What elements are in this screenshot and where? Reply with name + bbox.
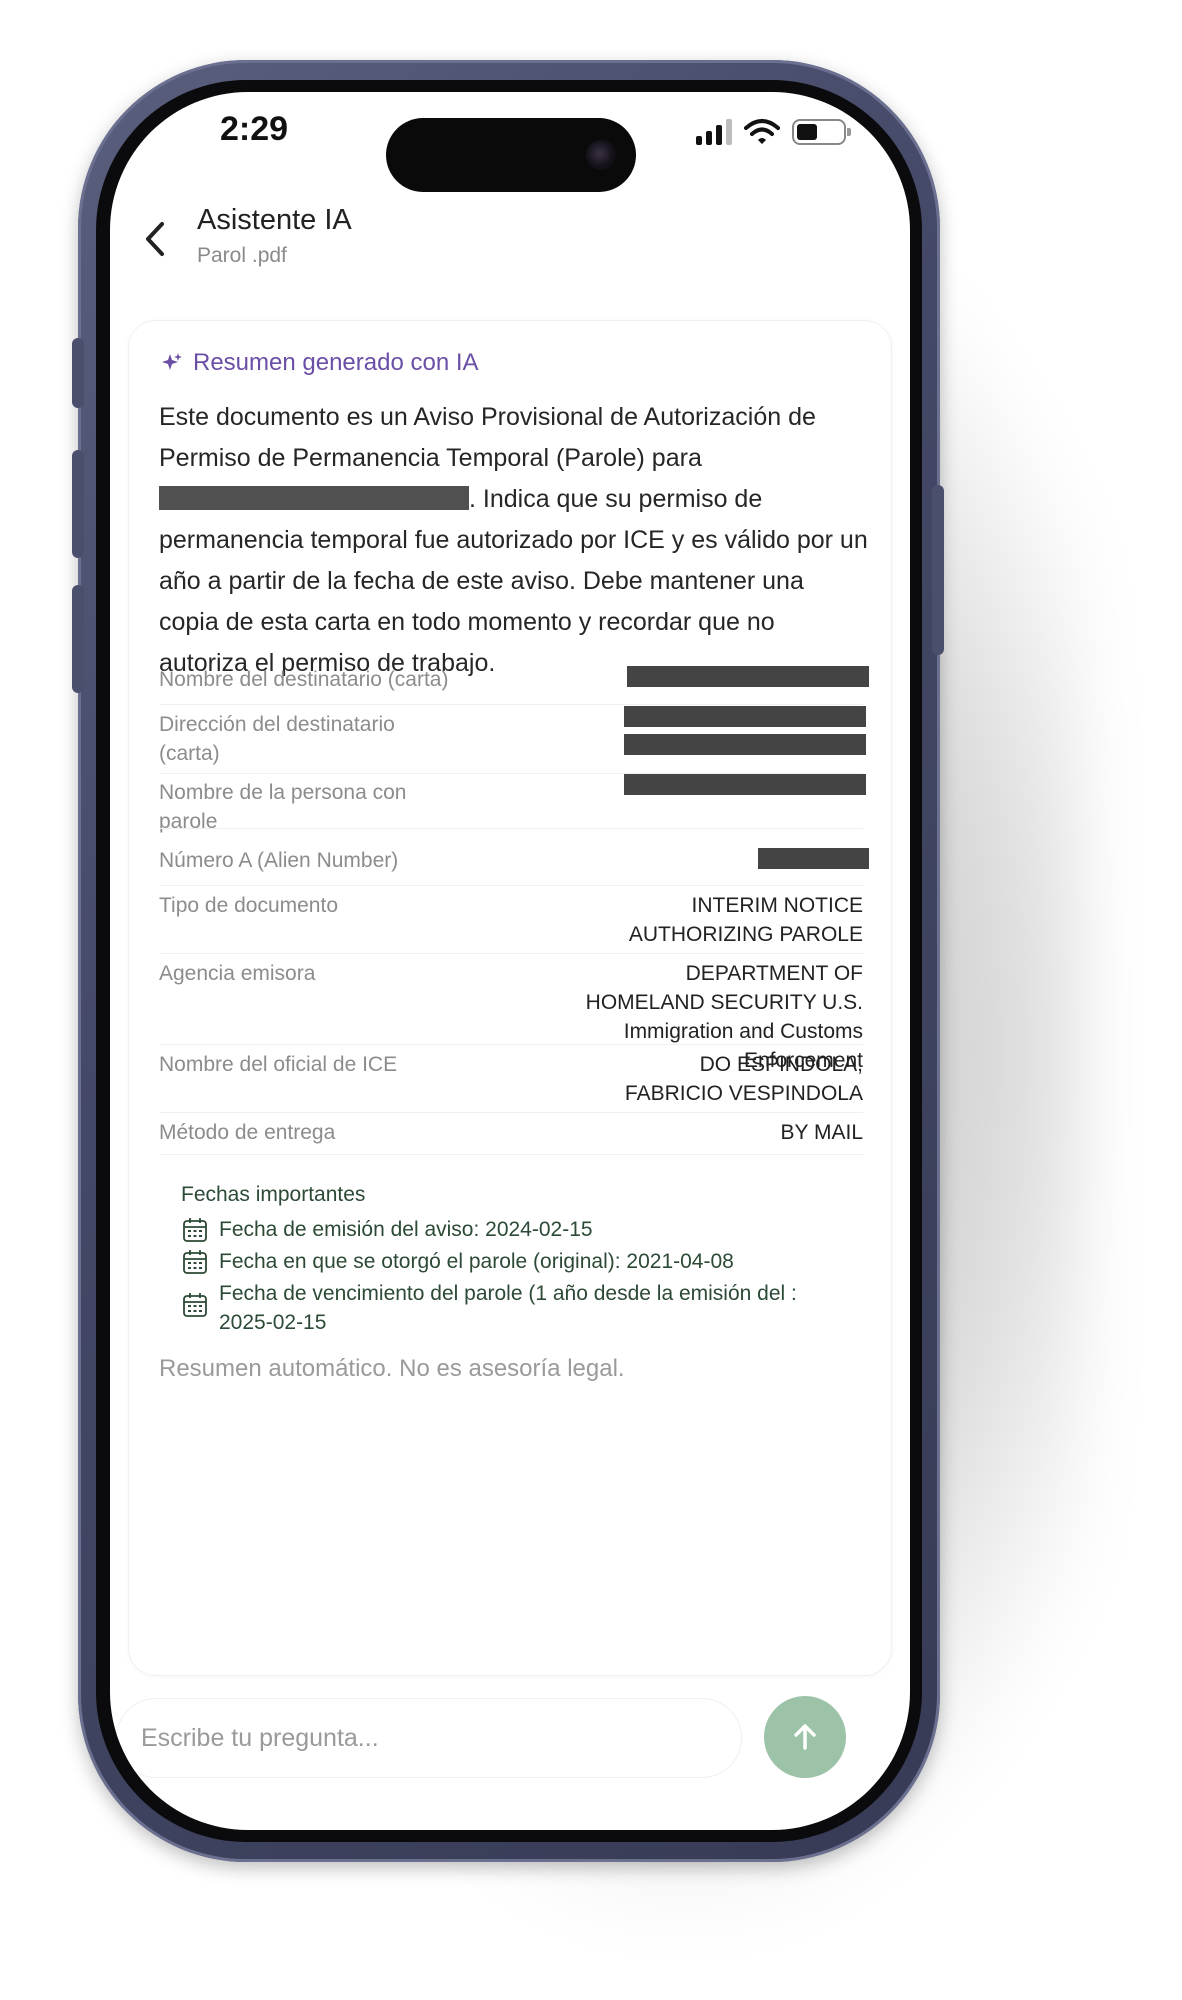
- field-label: Nombre del destinatario (carta): [159, 668, 449, 691]
- divider: [159, 704, 863, 705]
- date-item: Fecha en que se otorgó el parole (origin…: [181, 1247, 821, 1276]
- legal-disclaimer: Resumen automático. No es asesoría legal…: [159, 1355, 625, 1382]
- divider: [159, 828, 863, 829]
- question-input[interactable]: [141, 1699, 721, 1777]
- wifi-icon: [744, 119, 780, 144]
- date-item-text: Fecha de emisión del aviso: 2024-02-15: [219, 1218, 593, 1241]
- divider: [159, 1112, 863, 1113]
- sparkle-icon: [162, 353, 182, 370]
- field-label: Agencia emisora: [159, 962, 316, 985]
- calendar-icon: [183, 1250, 207, 1274]
- status-time: 2:29: [220, 110, 289, 148]
- field-value: DO ESPINDOLA, FABRICIO VESPINDOLA: [624, 1053, 863, 1105]
- ai-summary-label-text: Resumen generado con IA: [193, 349, 479, 376]
- camera-icon: [586, 140, 616, 170]
- volume-up-button: [72, 450, 84, 558]
- field-label: Dirección del destinatario (carta): [159, 713, 395, 765]
- date-item: Fecha de vencimiento del parole (1 año d…: [181, 1279, 821, 1337]
- calendar-icon: [183, 1293, 207, 1317]
- field-label: Tipo de documento: [159, 894, 339, 917]
- date-item-text: Fecha en que se otorgó el parole (origin…: [219, 1250, 734, 1273]
- dynamic-island: [386, 118, 636, 192]
- arrow-up-icon: [794, 1724, 816, 1750]
- redacted-value: [758, 848, 869, 869]
- redacted-name: [159, 486, 469, 510]
- status-icons: [696, 118, 851, 146]
- field-label: Nombre del oficial de ICE: [159, 1053, 398, 1076]
- redacted-value: [624, 734, 866, 755]
- battery-icon: [792, 119, 851, 145]
- summary-paragraph-start: Este documento es un Aviso Provisional d…: [159, 403, 816, 472]
- ai-summary-label: Resumen generado con IA: [161, 349, 479, 377]
- send-button[interactable]: [764, 1696, 846, 1778]
- summary-paragraph-end: . Indica que su permiso de permanencia t…: [159, 485, 868, 677]
- field-value: INTERIM NOTICE AUTHORIZING PAROLE: [628, 894, 863, 946]
- page-subtitle-filename: Parol .pdf: [197, 244, 287, 267]
- summary-paragraph: Este documento es un Aviso Provisional d…: [159, 397, 869, 684]
- power-button: [932, 485, 944, 655]
- divider: [159, 885, 863, 886]
- field-label: Método de entrega: [159, 1121, 336, 1144]
- field-value: BY MAIL: [780, 1121, 863, 1144]
- question-composer: [116, 1698, 742, 1778]
- page-title: Asistente IA: [197, 204, 352, 236]
- summary-card: Resumen generado con IA Este documento e…: [128, 320, 892, 1676]
- redacted-value: [624, 706, 866, 727]
- field-label: Número A (Alien Number): [159, 849, 399, 872]
- date-item-text: Fecha de vencimiento del parole (1 año d…: [219, 1282, 797, 1334]
- redacted-value: [627, 666, 869, 687]
- calendar-icon: [183, 1218, 207, 1242]
- date-item: Fecha de emisión del aviso: 2024-02-15: [181, 1215, 821, 1244]
- divider: [159, 1154, 863, 1155]
- important-dates-title: Fechas importantes: [181, 1183, 366, 1206]
- back-chevron-icon[interactable]: [136, 214, 176, 264]
- signal-icon: [696, 119, 732, 145]
- divider: [159, 953, 863, 954]
- divider: [159, 1044, 863, 1045]
- action-button: [72, 338, 84, 408]
- phone-screen: 2:29 Asistente IA Parol .pdf Resumen gen…: [110, 92, 910, 1830]
- volume-down-button: [72, 585, 84, 693]
- redacted-value: [624, 774, 866, 795]
